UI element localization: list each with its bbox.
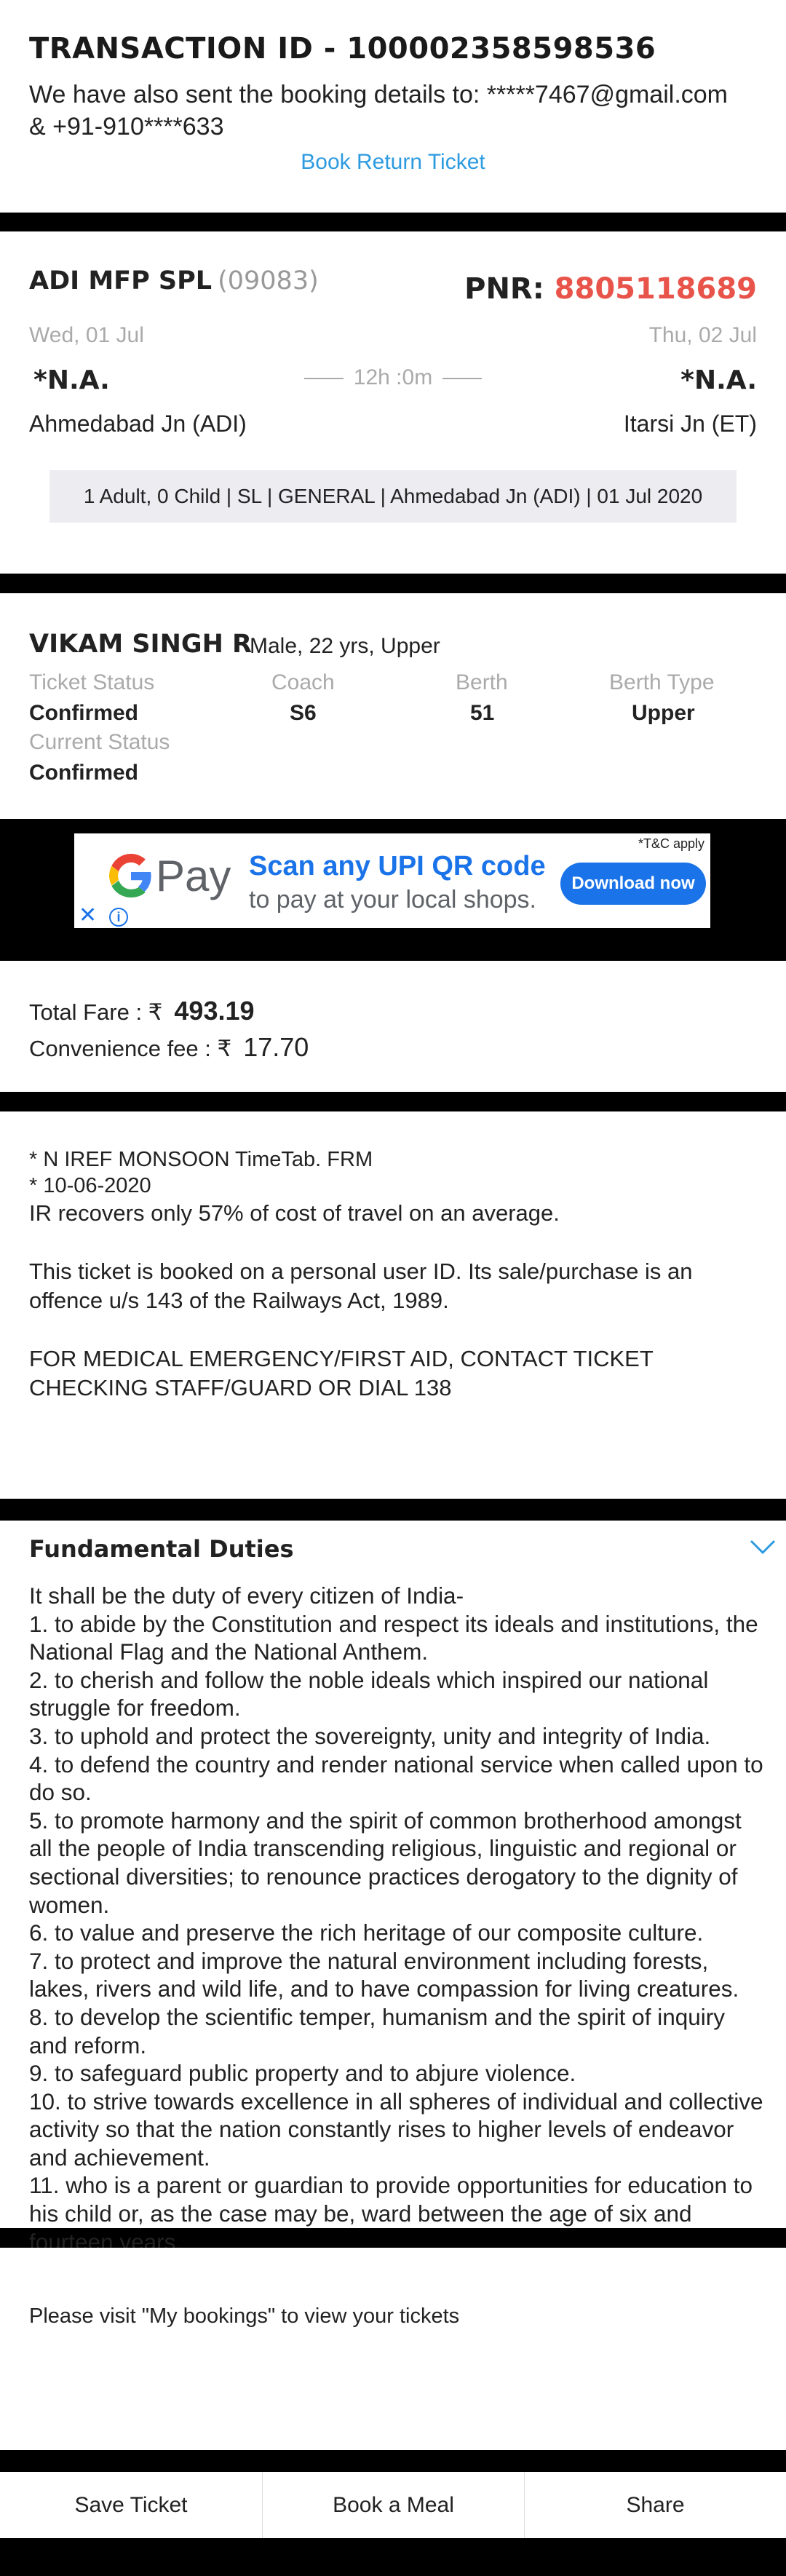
chevron-down-icon[interactable] [748,1532,777,1561]
note-spacer [29,1228,764,1257]
duration-line-right [442,378,483,380]
book-meal-button[interactable]: Book a Meal [262,2472,524,2538]
bookings-hint-section: Please visit "My bookings" to view your … [0,2248,786,2450]
note-medical-emergency: FOR MEDICAL EMERGENCY/FIRST AID, CONTACT… [29,1346,654,1400]
gpay-ad-banner[interactable]: *T&C apply Pay Scan any UPI QR code to p… [74,833,710,928]
save-ticket-button[interactable]: Save Ticket [0,2472,262,2538]
total-fare-label: Total Fare : ₹ [29,999,163,1025]
passenger-section: VIKAM SINGH R Male, 22 yrs, Upper Ticket… [0,593,786,819]
note-personal-id: This ticket is booked on a personal user… [29,1259,693,1313]
pnr-value: 8805118689 [554,272,757,306]
arrival-time: *N.A. [680,365,757,395]
duty-item: 10. to strive towards excellence in all … [29,2088,763,2171]
ad-terms: *T&C apply [638,836,704,851]
ticket-notes: * N IREF MONSOON TimeTab. FRM * 10-06-20… [29,1146,764,1403]
current-status-label: Current Status [29,730,170,754]
duty-item: 2. to cherish and follow the noble ideal… [29,1666,709,1721]
duty-item: 3. to uphold and protect the sovereignty… [29,1722,711,1749]
berth-type-label: Berth Type [609,670,715,694]
ad-headline: Scan any UPI QR code [249,851,546,881]
to-station: Itarsi Jn (ET) [623,411,757,437]
ad-info-icon[interactable]: i [109,908,128,927]
duration-text: 12h :0m [353,365,433,389]
total-fare: Total Fare : ₹ 493.19 [29,996,255,1026]
book-return-ticket-link[interactable]: Book Return Ticket [0,150,786,175]
journey-info-bar: 1 Adult, 0 Child | SL | GENERAL | Ahmeda… [49,470,737,523]
note-cost-recovery: IR recovers only 57% of cost of travel o… [29,1200,560,1226]
ad-brand: Pay [156,852,231,900]
berth-label: Berth [456,670,508,694]
note-spacer [29,1315,764,1344]
ad-close-icon[interactable]: ✕ [79,905,97,927]
duty-item: 1. to abide by the Constitution and resp… [29,1610,758,1665]
duty-item: 6. to value and preserve the rich herita… [29,1919,704,1946]
duty-item: 5. to promote harmony and the spirit of … [29,1807,742,1918]
fundamental-duties-text: It shall be the duty of every citizen of… [29,1582,764,2256]
note-timetable: * N IREF MONSOON TimeTab. FRM [29,1148,373,1171]
total-fare-value: 493.19 [174,996,255,1026]
from-station: Ahmedabad Jn (ADI) [29,411,247,437]
action-bar: Save Ticket Book a Meal Share [0,2472,786,2538]
booking-details-sent-text: We have also sent the booking details to… [29,79,764,143]
journey-section: ADI MFP SPL (09083) PNR: 8805118689 Wed, … [0,231,786,574]
pnr: PNR: 8805118689 [464,272,757,306]
train-number: (09083) [218,266,319,296]
share-button[interactable]: Share [524,2472,786,2538]
fundamental-duties-section: Fundamental Duties It shall be the duty … [0,1521,786,2255]
pnr-label: PNR: [464,272,544,306]
departure-date: Wed, 01 Jul [29,323,144,347]
duty-item: 9. to safeguard public property and to a… [29,2060,576,2087]
transaction-id: TRANSACTION ID - 100002358598536 [29,32,656,66]
duty-item: 11. who is a parent or guardian to provi… [29,2172,753,2255]
convenience-fee-label: Convenience fee : ₹ [29,1036,232,1061]
convenience-fee: Convenience fee : ₹ 17.70 [29,1032,309,1063]
train-name: ADI MFP SPL (09083) [29,266,319,296]
berth-value: 51 [470,701,495,725]
ad-subline: to pay at your local shops. [249,886,537,914]
ad-download-button[interactable]: Download now [560,863,706,905]
berth-type-value: Upper [632,701,695,725]
transaction-section: TRANSACTION ID - 100002358598536 We have… [0,0,786,213]
fare-section: Total Fare : ₹ 493.19 Convenience fee : ₹… [0,961,786,1092]
sent-line-email: We have also sent the booking details to… [29,81,729,108]
ticket-status-value: Confirmed [29,701,138,725]
google-g-icon [109,854,151,897]
fundamental-duties-title: Fundamental Duties [29,1535,294,1563]
duty-item: 8. to develop the scientific temper, hum… [29,2003,725,2058]
my-bookings-hint: Please visit "My bookings" to view your … [29,2304,460,2328]
convenience-fee-value: 17.70 [243,1032,309,1062]
coach-value: S6 [290,701,317,725]
ticket-status-label: Ticket Status [29,670,155,694]
sent-line-phone: & +91-910****633 [29,113,224,140]
duty-item: 4. to defend the country and render nati… [29,1751,763,1806]
passenger-meta: Male, 22 yrs, Upper [250,634,440,658]
duties-intro: It shall be the duty of every citizen of… [29,1582,464,1609]
note-date: * 10-06-2020 [29,1174,151,1197]
duration-line-left [303,378,344,380]
arrival-date: Thu, 02 Jul [648,323,757,347]
train-name-text: ADI MFP SPL [29,266,213,296]
notes-section: * N IREF MONSOON TimeTab. FRM * 10-06-20… [0,1111,786,1499]
duty-item: 7. to protect and improve the natural en… [29,1947,739,2002]
journey-duration: 12h :0m [0,365,786,390]
current-status-value: Confirmed [29,761,138,785]
coach-label: Coach [271,670,335,694]
passenger-name: VIKAM SINGH R [29,630,253,659]
